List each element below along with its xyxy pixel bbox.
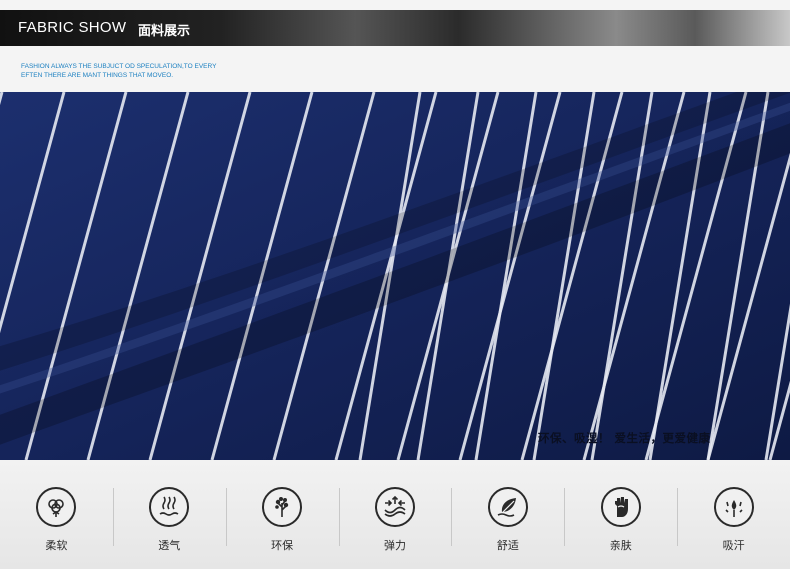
tree-icon — [262, 487, 303, 527]
feature-label: 亲肤 — [609, 539, 632, 552]
tagline: FASHION ALWAYS THE SUBJUCT OD SPECULATIO… — [21, 62, 261, 80]
feature-breathable: 透气 — [112, 460, 226, 569]
feature-skin-friendly: 亲肤 — [564, 460, 677, 569]
feature-elastic: 弹力 — [338, 460, 452, 569]
feature-eco: 环保 — [225, 460, 339, 569]
header: FABRIC SHOW 面料展示 FASHION ALWAYS THE SUBJ… — [0, 0, 790, 92]
sweat-drops-icon — [713, 487, 754, 527]
striped-fabric-image — [0, 92, 790, 460]
feather-icon — [487, 487, 528, 527]
feature-label: 环保 — [271, 539, 294, 552]
feature-sweat-absorbing: 吸汗 — [677, 460, 790, 569]
title-banner: FABRIC SHOW 面料展示 — [0, 10, 790, 46]
feature-label: 弹力 — [384, 539, 406, 552]
hand-icon — [600, 487, 641, 527]
title-cn: 面料展示 — [138, 24, 191, 39]
elastic-icon — [375, 487, 415, 527]
feature-soft: 柔软 — [0, 460, 113, 569]
tagline-line-2: EFTEN THERE ARE MANT THINGS THAT MOVEO. — [21, 72, 174, 79]
feature-label: 舒适 — [496, 539, 519, 552]
tagline-line-1: FASHION ALWAYS THE SUBJUCT OD SPECULATIO… — [21, 63, 217, 70]
fabric-slogan: 环保、吸湿！ 爱生活，更爱健康 — [538, 431, 711, 445]
feature-label: 吸汗 — [722, 539, 745, 552]
fabric-photo: 环保、吸湿！ 爱生活，更爱健康 — [0, 92, 790, 460]
feature-bar: 柔软 透气 环保 弹力 舒适 亲肤 吸汗 — [0, 460, 790, 569]
feature-label: 柔软 — [45, 539, 68, 552]
cotton-icon — [36, 487, 77, 527]
feature-comfort: 舒适 — [451, 460, 564, 569]
breathable-icon — [149, 487, 190, 527]
feature-label: 透气 — [158, 539, 181, 552]
title-en: FABRIC SHOW — [18, 19, 127, 36]
